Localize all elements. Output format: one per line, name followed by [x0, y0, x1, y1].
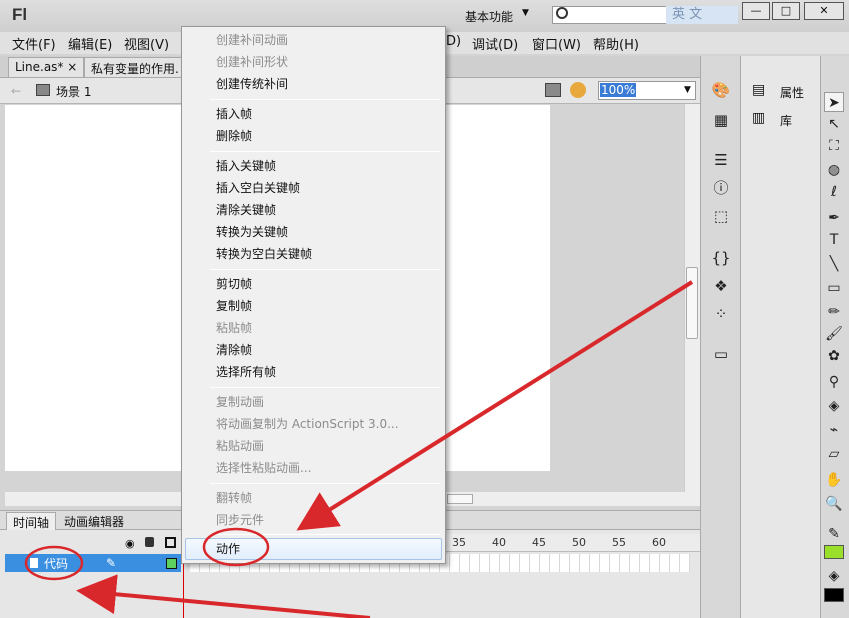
annotation-arrow [296, 280, 694, 531]
annotation-overlay [24, 280, 694, 618]
annotation-circle [24, 545, 84, 581]
annotation-arrow [76, 574, 371, 618]
annotation-circle [202, 527, 270, 567]
